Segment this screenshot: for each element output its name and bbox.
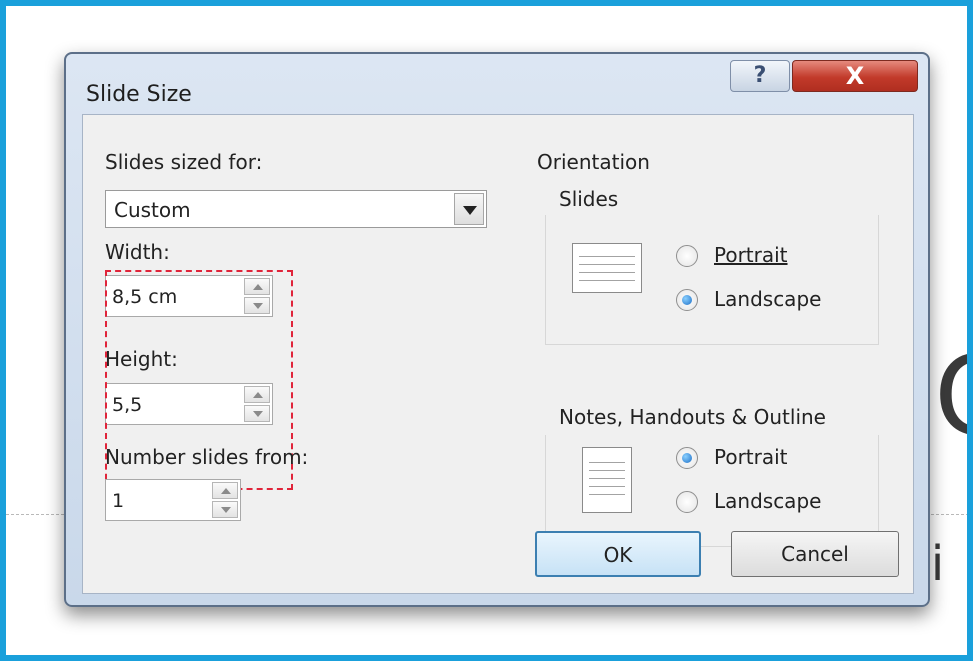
slides-landscape-label[interactable]: Landscape — [714, 287, 821, 311]
slides-orientation-label: Slides — [559, 187, 619, 211]
landscape-page-icon — [572, 243, 642, 293]
notes-portrait-label[interactable]: Portrait — [714, 445, 788, 469]
number-slides-decrement-button[interactable] — [212, 501, 238, 518]
slide-size-dialog: Slide Size ? X Slides sized for: Custom … — [64, 52, 930, 607]
slides-landscape-radio[interactable] — [676, 289, 698, 311]
width-label: Width: — [105, 240, 170, 264]
number-slides-spin-buttons — [212, 482, 238, 518]
slides-sized-for-value: Custom — [114, 198, 191, 222]
dialog-body: Slides sized for: Custom Width: 8,5 cm H… — [82, 114, 914, 594]
dropdown-arrow-icon[interactable] — [454, 193, 484, 225]
orientation-label: Orientation — [537, 150, 650, 174]
notes-portrait-radio[interactable] — [676, 447, 698, 469]
help-button[interactable]: ? — [730, 60, 790, 92]
slide-title-fragment: C — [934, 341, 967, 451]
cancel-button[interactable]: Cancel — [731, 531, 899, 577]
slides-sized-for-dropdown[interactable]: Custom — [105, 190, 487, 228]
notes-landscape-radio[interactable] — [676, 491, 698, 513]
screenshot-frame: C ti Slide Size ? X Slides sized for: Cu… — [0, 0, 973, 661]
notes-handouts-label: Notes, Handouts & Outline — [559, 405, 826, 429]
slides-portrait-label[interactable]: Portrait — [714, 243, 788, 267]
portrait-page-icon — [582, 447, 632, 513]
slides-sized-for-label: Slides sized for: — [105, 150, 263, 174]
number-slides-from-input[interactable]: 1 — [112, 490, 124, 512]
ok-button[interactable]: OK — [535, 531, 701, 577]
slides-portrait-mnemonic: Portrait — [714, 243, 788, 267]
dialog-titlebar[interactable]: Slide Size ? X — [66, 54, 928, 114]
slides-portrait-radio[interactable] — [676, 245, 698, 267]
help-icon: ? — [753, 63, 767, 88]
notes-landscape-label[interactable]: Landscape — [714, 489, 821, 513]
number-slides-from-spinner[interactable]: 1 — [105, 479, 241, 521]
dialog-title: Slide Size — [86, 82, 192, 107]
close-button[interactable]: X — [792, 60, 918, 92]
number-slides-increment-button[interactable] — [212, 482, 238, 499]
number-slides-from-label: Number slides from: — [105, 445, 309, 469]
slides-orientation-group: Portrait Landscape — [545, 215, 879, 345]
close-icon: X — [845, 62, 865, 90]
